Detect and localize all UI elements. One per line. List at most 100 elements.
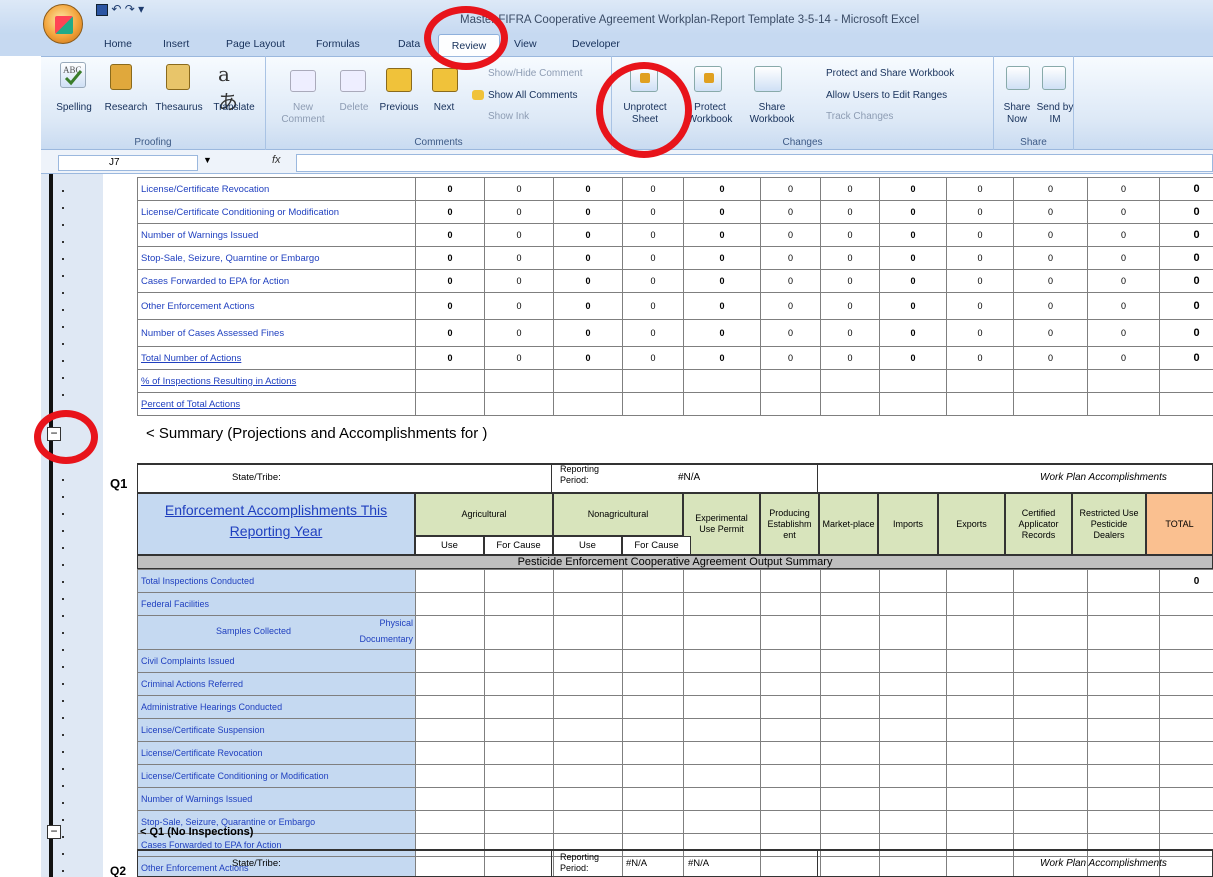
value-cell[interactable]: 0 — [553, 223, 623, 247]
value-cell[interactable] — [484, 615, 554, 650]
value-cell[interactable] — [879, 695, 947, 719]
value-cell[interactable]: 0 — [1159, 200, 1213, 224]
translate-button[interactable]: Translate — [208, 102, 260, 114]
value-cell[interactable] — [879, 592, 947, 616]
row-label[interactable]: License/Certificate Suspension — [137, 718, 416, 742]
value-cell[interactable] — [946, 672, 1014, 696]
value-cell[interactable] — [622, 695, 684, 719]
value-cell[interactable]: 0 — [415, 200, 485, 224]
row-label[interactable]: Number of Warnings Issued — [137, 223, 416, 247]
value-cell[interactable] — [946, 615, 1014, 650]
value-cell[interactable] — [484, 764, 554, 788]
value-cell[interactable] — [683, 672, 761, 696]
value-cell[interactable] — [760, 787, 821, 811]
value-cell[interactable]: 0 — [1013, 246, 1088, 270]
tab-formulas[interactable]: Formulas — [316, 38, 360, 50]
value-cell[interactable] — [683, 569, 761, 593]
value-cell[interactable] — [879, 718, 947, 742]
value-cell[interactable] — [760, 392, 821, 416]
value-cell[interactable] — [553, 810, 623, 834]
value-cell[interactable] — [946, 392, 1014, 416]
value-cell[interactable] — [484, 741, 554, 765]
value-cell[interactable] — [820, 718, 880, 742]
value-cell[interactable]: 0 — [879, 246, 947, 270]
value-cell[interactable] — [683, 764, 761, 788]
value-cell[interactable]: 0 — [879, 223, 947, 247]
allow-users-edit-ranges-button[interactable]: Allow Users to Edit Ranges — [826, 90, 947, 101]
value-cell[interactable]: 0 — [1013, 319, 1088, 347]
row-label[interactable]: License/Certificate Revocation — [137, 177, 416, 201]
value-cell[interactable] — [622, 369, 684, 393]
value-cell[interactable]: 0 — [683, 319, 761, 347]
value-cell[interactable]: 0 — [1087, 223, 1160, 247]
value-cell[interactable]: 0 — [415, 223, 485, 247]
value-cell[interactable] — [484, 369, 554, 393]
name-box[interactable]: J7 — [58, 155, 198, 171]
delete-comment-button[interactable]: Delete — [334, 102, 374, 114]
value-cell[interactable]: 0 — [1159, 246, 1213, 270]
value-cell[interactable] — [946, 741, 1014, 765]
value-cell[interactable]: 0 — [879, 346, 947, 370]
value-cell[interactable] — [683, 615, 761, 650]
row-label[interactable]: Stop-Sale, Seizure, Quarntine or Embargo — [137, 246, 416, 270]
value-cell[interactable] — [946, 810, 1014, 834]
value-cell[interactable] — [879, 741, 947, 765]
value-cell[interactable]: 0 — [484, 292, 554, 320]
row-label[interactable]: License/Certificate Conditioning or Modi… — [137, 764, 416, 788]
tab-data[interactable]: Data — [398, 38, 420, 50]
value-cell[interactable] — [415, 615, 485, 650]
research-button[interactable]: Research — [102, 102, 150, 114]
value-cell[interactable] — [553, 649, 623, 673]
value-cell[interactable]: 0 — [553, 319, 623, 347]
value-cell[interactable] — [553, 569, 623, 593]
value-cell[interactable]: 0 — [946, 200, 1014, 224]
value-cell[interactable] — [820, 649, 880, 673]
formula-input[interactable] — [296, 154, 1213, 172]
value-cell[interactable]: 0 — [415, 292, 485, 320]
value-cell[interactable] — [484, 695, 554, 719]
next-comment-button[interactable]: Next — [426, 102, 462, 114]
value-cell[interactable]: 0 — [622, 292, 684, 320]
value-cell[interactable] — [760, 741, 821, 765]
value-cell[interactable]: 0 — [1013, 177, 1088, 201]
value-cell[interactable] — [683, 392, 761, 416]
value-cell[interactable]: 0 — [760, 292, 821, 320]
value-cell[interactable]: 0 — [879, 177, 947, 201]
row-label[interactable]: Number of Warnings Issued — [137, 787, 416, 811]
value-cell[interactable] — [484, 649, 554, 673]
row-label[interactable]: Cases Forwarded to EPA for Action — [137, 269, 416, 293]
row-label[interactable]: Administrative Hearings Conducted — [137, 695, 416, 719]
row-label[interactable]: Federal Facilities — [137, 592, 416, 616]
value-cell[interactable] — [760, 718, 821, 742]
value-cell[interactable]: 0 — [683, 223, 761, 247]
value-cell[interactable] — [1159, 392, 1213, 416]
value-cell[interactable] — [1159, 810, 1213, 834]
value-cell[interactable] — [1159, 592, 1213, 616]
value-cell[interactable] — [553, 695, 623, 719]
value-cell[interactable] — [553, 392, 623, 416]
value-cell[interactable]: 0 — [553, 200, 623, 224]
value-cell[interactable] — [879, 764, 947, 788]
value-cell[interactable]: 0 — [760, 223, 821, 247]
row-label[interactable]: License/Certificate Conditioning or Modi… — [137, 200, 416, 224]
value-cell[interactable]: 0 — [946, 246, 1014, 270]
value-cell[interactable] — [1159, 787, 1213, 811]
row-label[interactable]: License/Certificate Revocation — [137, 741, 416, 765]
value-cell[interactable] — [1013, 718, 1088, 742]
value-cell[interactable]: 0 — [553, 246, 623, 270]
tab-view[interactable]: View — [514, 38, 537, 50]
value-cell[interactable] — [1087, 741, 1160, 765]
tab-insert[interactable]: Insert — [163, 38, 189, 50]
insert-function-icon[interactable]: fx — [272, 154, 281, 166]
value-cell[interactable] — [1159, 369, 1213, 393]
value-cell[interactable] — [553, 592, 623, 616]
quick-access-toolbar[interactable]: ↶ ↷ ▾ — [96, 2, 144, 16]
value-cell[interactable]: 0 — [1159, 569, 1213, 593]
send-im-button[interactable]: Send by IM — [1036, 102, 1074, 126]
value-cell[interactable]: 0 — [622, 200, 684, 224]
value-cell[interactable]: 0 — [1159, 346, 1213, 370]
value-cell[interactable] — [1013, 810, 1088, 834]
value-cell[interactable] — [622, 392, 684, 416]
row-label[interactable]: Other Enforcement Actions — [137, 292, 416, 320]
value-cell[interactable] — [1013, 569, 1088, 593]
